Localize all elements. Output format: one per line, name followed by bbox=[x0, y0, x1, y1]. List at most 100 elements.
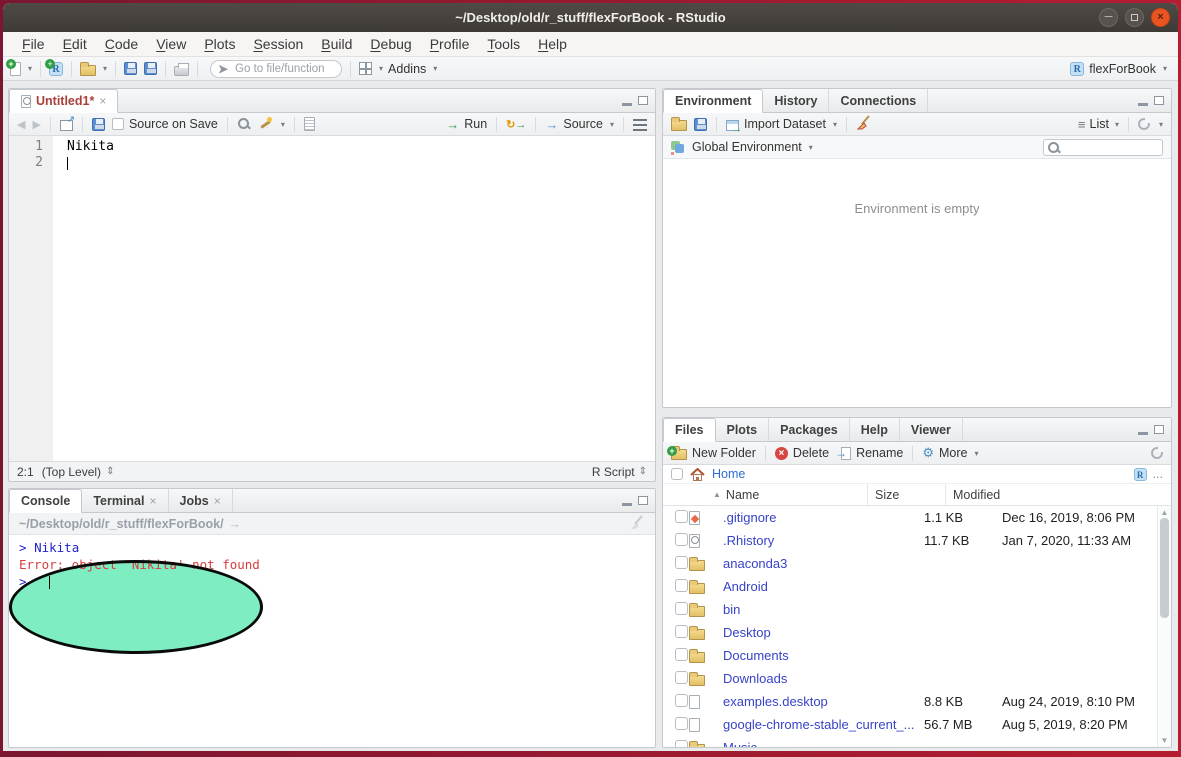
source-on-save-checkbox[interactable] bbox=[112, 118, 124, 130]
menu-view[interactable]: View bbox=[147, 36, 195, 52]
file-checkbox[interactable] bbox=[675, 602, 688, 615]
tab-console[interactable]: Console bbox=[9, 489, 82, 513]
file-row[interactable]: Downloads bbox=[663, 667, 1171, 690]
pane-maximize-icon[interactable] bbox=[1154, 425, 1164, 434]
file-name-link[interactable]: Downloads bbox=[713, 671, 917, 686]
new-file-dropdown-icon[interactable]: ▾ bbox=[28, 64, 32, 73]
code-editor[interactable]: 12 Nikita bbox=[9, 136, 655, 461]
file-row[interactable]: .gitignore1.1 KBDec 16, 2019, 8:06 PM bbox=[663, 506, 1171, 529]
tab-close-icon[interactable]: × bbox=[99, 94, 106, 108]
back-icon[interactable]: ◀ bbox=[17, 118, 25, 131]
refresh-files-icon[interactable] bbox=[1151, 447, 1163, 459]
code-tools-icon[interactable] bbox=[258, 117, 272, 131]
file-checkbox[interactable] bbox=[675, 740, 688, 748]
open-file-dropdown-icon[interactable]: ▾ bbox=[103, 64, 107, 73]
open-file-icon[interactable] bbox=[80, 65, 96, 76]
file-checkbox[interactable] bbox=[675, 510, 688, 523]
tab-terminal[interactable]: Terminal× bbox=[82, 489, 168, 512]
r-home-icon[interactable]: R bbox=[1134, 468, 1147, 481]
file-name-link[interactable]: .gitignore bbox=[713, 510, 917, 525]
panes-dropdown-icon[interactable]: ▾ bbox=[379, 64, 383, 73]
open-in-window-icon[interactable] bbox=[60, 120, 73, 131]
tab-plots[interactable]: Plots bbox=[716, 418, 770, 441]
rerun-icon[interactable]: ↻→ bbox=[506, 118, 526, 131]
environment-search-input[interactable] bbox=[1043, 139, 1163, 156]
file-row[interactable]: Music bbox=[663, 736, 1171, 747]
file-name-link[interactable]: Desktop bbox=[713, 625, 917, 640]
column-header-name[interactable]: ▲ Name bbox=[663, 488, 867, 502]
minimize-button[interactable]: ─ bbox=[1099, 8, 1118, 27]
file-row[interactable]: Android bbox=[663, 575, 1171, 598]
new-folder-button[interactable]: + New Folder bbox=[671, 446, 756, 460]
more-button[interactable]: ⚙ More ▾ bbox=[922, 446, 978, 460]
file-name-link[interactable]: .Rhistory bbox=[713, 533, 917, 548]
menu-session[interactable]: Session bbox=[244, 36, 312, 52]
tab-close-icon[interactable]: × bbox=[214, 494, 221, 508]
rename-button[interactable]: Rename bbox=[836, 446, 903, 460]
tab-jobs[interactable]: Jobs× bbox=[169, 489, 233, 512]
tab-history[interactable]: History bbox=[763, 89, 829, 112]
pane-minimize-icon[interactable] bbox=[1138, 103, 1148, 106]
column-header-size[interactable]: Size bbox=[867, 484, 945, 505]
source-button[interactable]: → Source ▾ bbox=[545, 117, 614, 132]
file-row[interactable]: Documents bbox=[663, 644, 1171, 667]
pane-maximize-icon[interactable] bbox=[638, 96, 648, 105]
menu-plots[interactable]: Plots bbox=[195, 36, 244, 52]
tab-close-icon[interactable]: × bbox=[149, 494, 156, 508]
menu-edit[interactable]: Edit bbox=[54, 36, 96, 52]
file-name-link[interactable]: Documents bbox=[713, 648, 917, 663]
doc-type-selector[interactable]: R Script ⇕ bbox=[592, 465, 647, 479]
goto-file-input[interactable] bbox=[210, 60, 342, 78]
tab-packages[interactable]: Packages bbox=[769, 418, 850, 441]
tab-files[interactable]: Files bbox=[663, 418, 716, 442]
select-all-checkbox[interactable] bbox=[671, 468, 683, 480]
home-breadcrumb-link[interactable]: Home bbox=[712, 467, 745, 481]
menu-profile[interactable]: Profile bbox=[421, 36, 479, 52]
addins-button[interactable]: Addins ▾ bbox=[388, 62, 437, 76]
clear-console-icon[interactable] bbox=[629, 515, 645, 533]
panes-grid-icon[interactable] bbox=[359, 62, 372, 75]
tab-help[interactable]: Help bbox=[850, 418, 900, 441]
home-icon[interactable] bbox=[690, 468, 705, 481]
delete-button[interactable]: × Delete bbox=[775, 446, 829, 460]
forward-icon[interactable]: ▶ bbox=[32, 118, 40, 131]
file-checkbox[interactable] bbox=[675, 671, 688, 684]
list-view-button[interactable]: ≡ List ▾ bbox=[1078, 117, 1119, 132]
file-checkbox[interactable] bbox=[675, 648, 688, 661]
new-file-icon[interactable]: + bbox=[10, 62, 21, 76]
load-workspace-icon[interactable] bbox=[671, 120, 687, 131]
print-icon[interactable] bbox=[174, 66, 189, 76]
file-name-link[interactable]: bin bbox=[713, 602, 917, 617]
file-row[interactable]: Desktop bbox=[663, 621, 1171, 644]
close-button[interactable]: × bbox=[1151, 8, 1170, 27]
wd-goto-icon[interactable]: → bbox=[229, 517, 242, 531]
tab-untitled1[interactable]: Untitled1*× bbox=[9, 89, 118, 113]
file-checkbox[interactable] bbox=[675, 579, 688, 592]
pane-minimize-icon[interactable] bbox=[1138, 432, 1148, 435]
file-name-link[interactable]: Android bbox=[713, 579, 917, 594]
scrollbar-thumb[interactable] bbox=[1160, 518, 1169, 618]
file-row[interactable]: .Rhistory11.7 KBJan 7, 2020, 11:33 AM bbox=[663, 529, 1171, 552]
file-checkbox[interactable] bbox=[675, 717, 688, 730]
global-environment-selector[interactable]: Global Environment ▾ bbox=[692, 140, 813, 154]
file-name-link[interactable]: anaconda3 bbox=[713, 556, 917, 571]
pane-minimize-icon[interactable] bbox=[622, 503, 632, 506]
run-button[interactable]: → Run bbox=[446, 117, 487, 132]
maximize-button[interactable] bbox=[1125, 8, 1144, 27]
code-tools-dropdown-icon[interactable]: ▾ bbox=[281, 120, 285, 129]
clear-environment-icon[interactable] bbox=[856, 115, 872, 133]
file-checkbox[interactable] bbox=[675, 556, 688, 569]
new-project-icon[interactable]: R+ bbox=[49, 62, 63, 76]
file-row[interactable]: examples.desktop8.8 KBAug 24, 2019, 8:10… bbox=[663, 690, 1171, 713]
refresh-dropdown-icon[interactable]: ▾ bbox=[1159, 120, 1163, 129]
document-outline-icon[interactable] bbox=[633, 119, 647, 131]
file-checkbox[interactable] bbox=[675, 533, 688, 546]
tab-viewer[interactable]: Viewer bbox=[900, 418, 963, 441]
file-checkbox[interactable] bbox=[675, 694, 688, 707]
scroll-down-icon[interactable]: ▼ bbox=[1158, 736, 1171, 745]
menu-tools[interactable]: Tools bbox=[478, 36, 529, 52]
pane-minimize-icon[interactable] bbox=[622, 103, 632, 106]
file-name-link[interactable]: Music bbox=[713, 740, 917, 747]
files-scrollbar[interactable]: ▲ ▼ bbox=[1157, 506, 1171, 747]
column-header-modified[interactable]: Modified bbox=[945, 484, 1171, 505]
